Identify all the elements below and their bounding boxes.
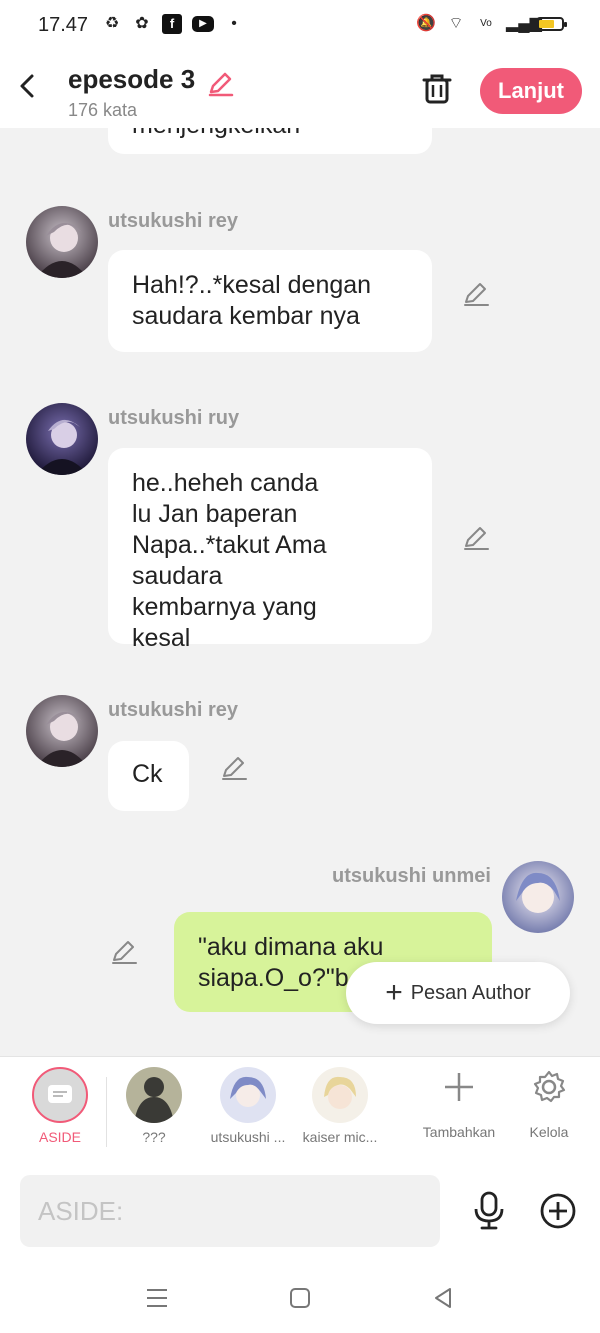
input-bar: [0, 1165, 600, 1261]
author-message-label: Pesan Author: [410, 981, 531, 1004]
mic-icon[interactable]: [472, 1191, 506, 1231]
avatar-rey[interactable]: [26, 206, 98, 278]
avatar-unmei[interactable]: [502, 861, 574, 933]
add-label: Tambahkan: [422, 1124, 496, 1140]
plus-icon: [445, 1073, 473, 1101]
notification-icons: ♻ ✿ f ▶ •: [102, 14, 244, 34]
title-area: epesode 3: [68, 64, 234, 98]
aside-input[interactable]: [20, 1175, 440, 1247]
edit-icon[interactable]: [462, 524, 490, 552]
system-icons: 🔕 ⌔ Vo ▂▄▆: [416, 14, 567, 34]
sender-name: utsukushi ruy: [108, 407, 240, 429]
back-triangle-icon[interactable]: [430, 1285, 456, 1311]
character-label: ???: [142, 1129, 166, 1145]
character-utsukushi[interactable]: utsukushi ...: [205, 1067, 291, 1145]
pencil-icon[interactable]: [206, 70, 234, 98]
message-text: Ck: [132, 760, 163, 788]
youtube-icon: ▶: [192, 16, 214, 32]
aside-icon: [32, 1067, 88, 1123]
trash-icon[interactable]: [420, 72, 454, 106]
volte-icon: Vo: [480, 18, 492, 29]
character-selector: ASIDE ??? utsukushi ... kaiser mic... Ta…: [0, 1056, 600, 1166]
message-bubble[interactable]: menjengkelkan: [108, 128, 432, 154]
plus-icon: +: [385, 976, 403, 1009]
mute-icon: 🔕: [416, 15, 436, 32]
message-text: Hah!?..*kesal dengan saudara kembar nya: [132, 271, 372, 330]
silhouette-avatar: [126, 1067, 182, 1123]
message-text: he..heheh canda lu Jan baperan Napa..*ta…: [132, 469, 327, 652]
edit-icon[interactable]: [462, 280, 490, 308]
avatar-utsukushi: [220, 1067, 276, 1123]
character-label: kaiser mic...: [302, 1129, 378, 1145]
status-bar: 17.47 ♻ ✿ f ▶ • 🔕 ⌔ Vo ▂▄▆: [0, 0, 600, 52]
message-bubble[interactable]: Hah!?..*kesal dengan saudara kembar nya: [108, 250, 432, 352]
word-count: 176 kata: [68, 100, 138, 120]
header: epesode 3 176 kata Lanjut: [0, 52, 600, 128]
character-unknown[interactable]: ???: [111, 1067, 197, 1145]
menu-icon[interactable]: [144, 1285, 170, 1311]
manage-label: Kelola: [529, 1124, 569, 1140]
battery-icon: [536, 17, 567, 31]
chat-area[interactable]: menjengkelkan utsukushi rey Hah!?..*kesa…: [0, 128, 600, 1056]
character-label: utsukushi ...: [210, 1129, 286, 1145]
edit-icon[interactable]: [220, 754, 248, 782]
message-bubble[interactable]: he..heheh canda lu Jan baperan Napa..*ta…: [108, 448, 432, 652]
status-time: 17.47: [38, 14, 89, 36]
back-icon[interactable]: [14, 72, 42, 100]
character-aside[interactable]: ASIDE: [17, 1067, 103, 1145]
sender-name: utsukushi rey: [108, 699, 239, 721]
avatar-ruy[interactable]: [26, 403, 98, 475]
photos-icon: ✿: [135, 15, 149, 32]
sync-icon: ♻: [104, 15, 120, 32]
message-bubble[interactable]: Ck: [108, 741, 189, 811]
message-text: menjengkelkan: [132, 128, 300, 139]
plus-circle-icon[interactable]: [540, 1193, 576, 1229]
sender-name: utsukushi unmei: [332, 865, 491, 887]
character-kaiser[interactable]: kaiser mic...: [297, 1067, 383, 1145]
avatar-rey[interactable]: [26, 695, 98, 767]
wifi-icon: ⌔: [448, 15, 464, 32]
divider: [106, 1077, 107, 1147]
signal-icon: ▂▄▆: [506, 15, 542, 32]
character-label: ASIDE: [38, 1129, 81, 1145]
add-character-button[interactable]: Tambahkan: [416, 1069, 502, 1140]
page-title[interactable]: epesode 3: [68, 64, 195, 95]
author-message-button[interactable]: + Pesan Author: [346, 962, 570, 1024]
facebook-icon: f: [162, 14, 182, 34]
dot-icon: •: [231, 15, 237, 32]
next-button[interactable]: Lanjut: [480, 68, 582, 114]
sender-name: utsukushi rey: [108, 210, 239, 232]
home-icon[interactable]: [287, 1285, 313, 1311]
avatar-kaiser: [312, 1067, 368, 1123]
system-nav-bar: [0, 1261, 600, 1333]
gear-icon: [533, 1070, 566, 1103]
edit-icon[interactable]: [110, 938, 138, 966]
manage-button[interactable]: Kelola: [506, 1069, 592, 1140]
